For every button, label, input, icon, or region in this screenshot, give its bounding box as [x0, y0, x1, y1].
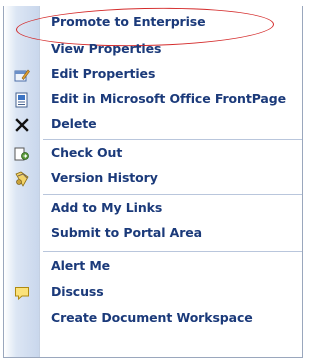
menu-separator: [43, 139, 302, 140]
menu-item-check-out[interactable]: Check Out: [4, 141, 302, 167]
menu-item-view-properties[interactable]: View Properties: [4, 37, 302, 63]
menu-item-edit-in-frontpage[interactable]: Edit in Microsoft Office FrontPage: [4, 87, 302, 113]
menu-item-label: Add to My Links: [51, 200, 163, 215]
check-out-icon: [14, 146, 30, 162]
menu-item-label: Version History: [51, 170, 158, 185]
menu-separator: [43, 251, 302, 252]
delete-x-icon: [14, 117, 30, 133]
discuss-icon: [14, 285, 30, 301]
menu-item-label: Submit to Portal Area: [51, 225, 203, 240]
menu-item-label: Delete: [51, 116, 97, 131]
version-history-icon: [14, 171, 30, 187]
menu-item-label: Discuss: [51, 284, 104, 299]
menu-item-label: Alert Me: [51, 258, 111, 273]
menu-item-edit-properties[interactable]: Edit Properties: [4, 62, 302, 88]
menu-item-label: Edit Properties: [51, 66, 156, 81]
menu-item-submit-to-portal-area[interactable]: Submit to Portal Area: [4, 221, 302, 247]
menu-item-version-history[interactable]: Version History: [4, 166, 302, 192]
menu-separator: [43, 194, 302, 195]
menu-item-label: Promote to Enterprise: [51, 14, 206, 29]
edit-properties-icon: [14, 67, 30, 83]
frontpage-icon: [14, 92, 30, 108]
menu-item-create-document-workspace[interactable]: Create Document Workspace: [4, 306, 302, 332]
menu-item-add-to-my-links[interactable]: Add to My Links: [4, 196, 302, 222]
menu-item-promote-to-enterprise[interactable]: Promote to Enterprise: [4, 10, 302, 36]
menu-item-label: Create Document Workspace: [51, 310, 253, 325]
menu-item-label: Edit in Microsoft Office FrontPage: [51, 91, 286, 106]
menu-item-discuss[interactable]: Discuss: [4, 280, 302, 306]
context-menu: Promote to Enterprise View Properties Ed…: [3, 5, 303, 358]
menu-item-alert-me[interactable]: Alert Me: [4, 254, 302, 280]
menu-item-label: Check Out: [51, 145, 123, 160]
menu-item-delete[interactable]: Delete: [4, 112, 302, 138]
menu-item-label: View Properties: [51, 41, 162, 56]
